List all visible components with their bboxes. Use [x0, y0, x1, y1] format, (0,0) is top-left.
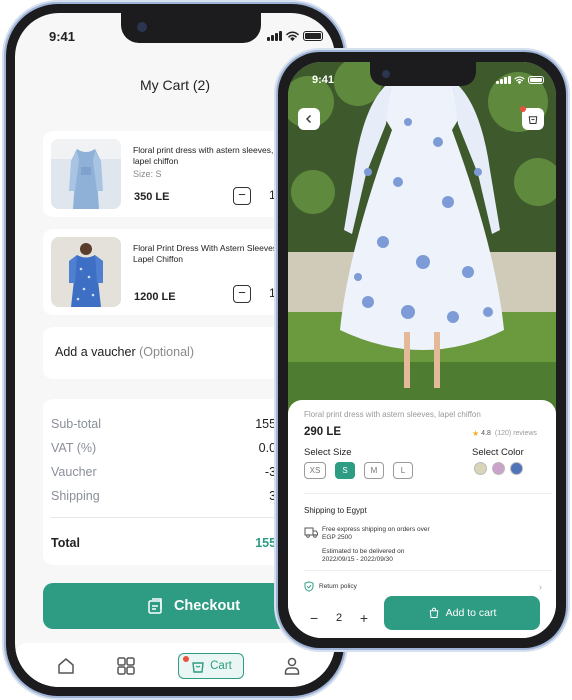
product-thumbnail[interactable]: [51, 237, 121, 307]
review-count[interactable]: (120) reviews: [495, 430, 537, 437]
cart-badge: [183, 656, 189, 662]
cart-bag-button[interactable]: [520, 106, 544, 130]
cart-badge: [520, 106, 526, 112]
size-option-s[interactable]: S: [335, 462, 355, 479]
increase-qty-button[interactable]: +: [360, 610, 368, 626]
rating-value: 4.8: [481, 430, 491, 437]
add-to-cart-button[interactable]: Add to cart: [384, 596, 540, 630]
bag-icon: [429, 607, 438, 619]
shipping-row: Shipping 30: [51, 489, 283, 503]
item-price: 1200 LE: [134, 291, 176, 303]
return-policy-label: Return policy: [319, 583, 357, 590]
home-icon[interactable]: [55, 655, 77, 677]
wifi-icon: [286, 31, 299, 41]
add-to-cart-label: Add to cart: [445, 607, 497, 619]
camera-icon: [382, 70, 390, 78]
size-option-xs[interactable]: XS: [304, 462, 326, 479]
decrease-qty-button[interactable]: −: [233, 285, 251, 303]
voucher-label: Add a vaucher (Optional): [55, 345, 194, 359]
star-icon: ★: [472, 429, 480, 438]
profile-icon[interactable]: [281, 655, 303, 677]
delivery-estimate: Estimated to be delivered on 2022/09/15 …: [322, 548, 404, 564]
camera-icon: [137, 22, 147, 32]
truck-icon: [304, 527, 318, 538]
product-thumbnail[interactable]: [51, 139, 121, 209]
notch: [370, 62, 476, 86]
signal-icon: [496, 76, 511, 84]
shield-icon: [304, 581, 314, 592]
item-name: Floral Print Dress With Astern Sleeves, …: [133, 243, 280, 264]
delivery-line2: 2022/09/15 - 2022/09/30: [322, 556, 393, 563]
chevron-left-icon: [306, 115, 311, 123]
subtotal-row: Sub-total 1550: [51, 417, 283, 431]
decrease-qty-button[interactable]: −: [233, 187, 251, 205]
shipping-offer-line2: EGP 2500: [322, 534, 352, 541]
wifi-icon: [514, 76, 525, 84]
item-name: Floral print dress with astern sleeves, …: [133, 145, 274, 166]
checkout-icon: [148, 598, 162, 614]
status-time: 9:41: [312, 74, 335, 86]
battery-icon: [528, 76, 544, 84]
quantity-value: 2: [335, 612, 343, 624]
subtotal-label: Sub-total: [51, 417, 102, 431]
dress-image: [51, 237, 121, 307]
product-screen: 9:41 Floral print dress with astern slee…: [288, 62, 556, 638]
color-swatch-blue[interactable]: [510, 462, 523, 475]
decrease-qty-button[interactable]: −: [310, 610, 318, 626]
item-price: 350 LE: [134, 191, 170, 203]
voucher-optional: (Optional): [139, 345, 194, 359]
quantity-stepper: − 2 +: [304, 604, 374, 632]
voucher-discount-row: Vaucher -30: [51, 465, 283, 479]
status-time: 9:41: [49, 29, 76, 44]
dress-image: [51, 139, 121, 209]
product-photo: [288, 62, 556, 422]
voucher-discount-label: Vaucher: [51, 465, 97, 479]
shipping-label: Shipping: [51, 489, 100, 503]
shipping-offer-line1: Free express shipping on orders over: [322, 526, 430, 533]
vat-row: VAT (%) 0.00: [51, 441, 283, 455]
notch: [121, 13, 261, 43]
size-options: XS S M L: [304, 462, 413, 479]
size-option-l[interactable]: L: [393, 462, 413, 479]
tab-cart[interactable]: Cart: [178, 653, 244, 679]
chevron-right-icon: ›: [539, 581, 542, 592]
size-option-m[interactable]: M: [364, 462, 384, 479]
select-size-label: Select Size: [304, 447, 352, 458]
back-button[interactable]: [298, 108, 320, 130]
cart-bag-icon: [192, 662, 204, 673]
vat-label: VAT (%): [51, 441, 97, 455]
product-phone-frame: 9:41 Floral print dress with astern slee…: [278, 52, 566, 648]
status-icons: [267, 31, 323, 41]
return-policy-row[interactable]: Return policy ›: [304, 581, 542, 592]
select-color-label: Select Color: [472, 447, 524, 458]
item-quantity: 1: [269, 286, 276, 300]
total-label: Total: [51, 536, 80, 550]
divider: [304, 493, 552, 494]
item-size: Size: S: [133, 169, 162, 179]
product-details-sheet: Floral print dress with astern sleeves, …: [288, 400, 556, 638]
tab-bar: Cart: [15, 643, 335, 687]
product-rating: ★ 4.8 (120) reviews: [472, 429, 537, 438]
checkout-label: Checkout: [173, 598, 241, 614]
total-row: Total 1550: [51, 536, 283, 550]
shipping-offer: Free express shipping on orders over EGP…: [322, 526, 430, 542]
categories-icon[interactable]: [115, 655, 137, 677]
tab-cart-label: Cart: [210, 660, 232, 672]
color-swatch-purple[interactable]: [492, 462, 505, 475]
delivery-line1: Estimated to be delivered on: [322, 548, 405, 555]
color-swatch-beige[interactable]: [474, 462, 487, 475]
divider: [304, 570, 552, 571]
status-icons: [496, 76, 544, 84]
divider: [51, 517, 291, 518]
item-quantity: 1: [269, 188, 276, 202]
product-name: Floral print dress with astern sleeves, …: [304, 410, 481, 419]
color-options: [474, 462, 523, 475]
signal-icon: [267, 31, 282, 41]
bag-icon: [528, 116, 538, 125]
shipping-title: Shipping to Egypt: [304, 506, 367, 515]
voucher-title: Add a vaucher: [55, 345, 136, 359]
battery-icon: [303, 31, 323, 41]
product-price: 290 LE: [304, 426, 342, 438]
